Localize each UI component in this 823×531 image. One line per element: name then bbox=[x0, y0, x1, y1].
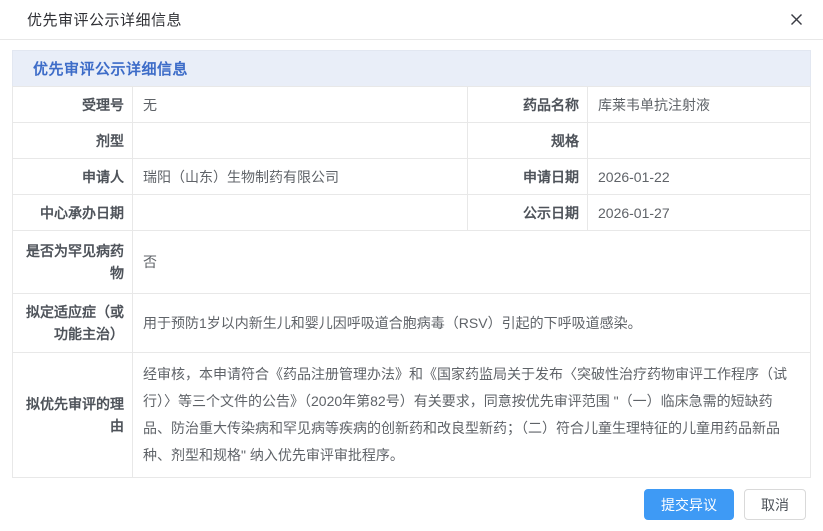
section-title: 优先审评公示详细信息 bbox=[33, 58, 188, 79]
dialog-title: 优先审评公示详细信息 bbox=[27, 9, 182, 30]
field-label-dosage-form: 剂型 bbox=[13, 123, 133, 159]
table-row: 拟定适应症（或功能主治） 用于预防1岁以内新生儿和婴儿因呼吸道合胞病毒（RSV）… bbox=[13, 294, 811, 353]
table-row: 申请人 瑞阳（山东）生物制药有限公司 申请日期 2026-01-22 bbox=[13, 159, 811, 195]
field-label-acceptance-no: 受理号 bbox=[13, 87, 133, 123]
detail-table: 受理号 无 药品名称 库莱韦单抗注射液 剂型 规格 申请人 瑞阳（山东）生物制药… bbox=[12, 86, 811, 478]
field-value-indication: 用于预防1岁以内新生儿和婴儿因呼吸道合胞病毒（RSV）引起的下呼吸道感染。 bbox=[133, 294, 811, 353]
field-label-applicant: 申请人 bbox=[13, 159, 133, 195]
field-value-drug-name: 库莱韦单抗注射液 bbox=[588, 87, 811, 123]
field-label-application-date: 申请日期 bbox=[468, 159, 588, 195]
field-label-center-handling-date: 中心承办日期 bbox=[13, 195, 133, 231]
field-value-publicity-date: 2026-01-27 bbox=[588, 195, 811, 231]
field-label-priority-review-reason: 拟优先审评的理由 bbox=[13, 353, 133, 478]
dialog-body: 优先审评公示详细信息 受理号 无 药品名称 库莱韦单抗注射液 剂型 规格 申请人 bbox=[0, 40, 823, 478]
table-row: 中心承办日期 公示日期 2026-01-27 bbox=[13, 195, 811, 231]
dialog-header: 优先审评公示详细信息 bbox=[0, 0, 823, 40]
table-row: 剂型 规格 bbox=[13, 123, 811, 159]
field-value-application-date: 2026-01-22 bbox=[588, 159, 811, 195]
cancel-button[interactable]: 取消 bbox=[744, 489, 806, 520]
table-row: 是否为罕见病药物 否 bbox=[13, 231, 811, 294]
field-value-center-handling-date bbox=[133, 195, 468, 231]
field-value-priority-review-reason: 经审核，本申请符合《药品注册管理办法》和《国家药监局关于发布〈突破性治疗药物审评… bbox=[133, 353, 811, 478]
field-label-rare-disease: 是否为罕见病药物 bbox=[13, 231, 133, 294]
field-label-publicity-date: 公示日期 bbox=[468, 195, 588, 231]
dialog-footer: 提交异议 取消 bbox=[0, 477, 823, 531]
field-label-indication: 拟定适应症（或功能主治） bbox=[13, 294, 133, 353]
field-value-specification bbox=[588, 123, 811, 159]
table-row: 拟优先审评的理由 经审核，本申请符合《药品注册管理办法》和《国家药监局关于发布〈… bbox=[13, 353, 811, 478]
field-value-dosage-form bbox=[133, 123, 468, 159]
field-value-acceptance-no: 无 bbox=[133, 87, 468, 123]
field-value-applicant: 瑞阳（山东）生物制药有限公司 bbox=[133, 159, 468, 195]
field-value-rare-disease: 否 bbox=[133, 231, 811, 294]
submit-objection-button[interactable]: 提交异议 bbox=[644, 489, 734, 520]
field-label-specification: 规格 bbox=[468, 123, 588, 159]
table-row: 受理号 无 药品名称 库莱韦单抗注射液 bbox=[13, 87, 811, 123]
section-header: 优先审评公示详细信息 bbox=[12, 50, 811, 86]
close-icon bbox=[789, 12, 804, 27]
close-button[interactable] bbox=[785, 9, 807, 31]
field-label-drug-name: 药品名称 bbox=[468, 87, 588, 123]
